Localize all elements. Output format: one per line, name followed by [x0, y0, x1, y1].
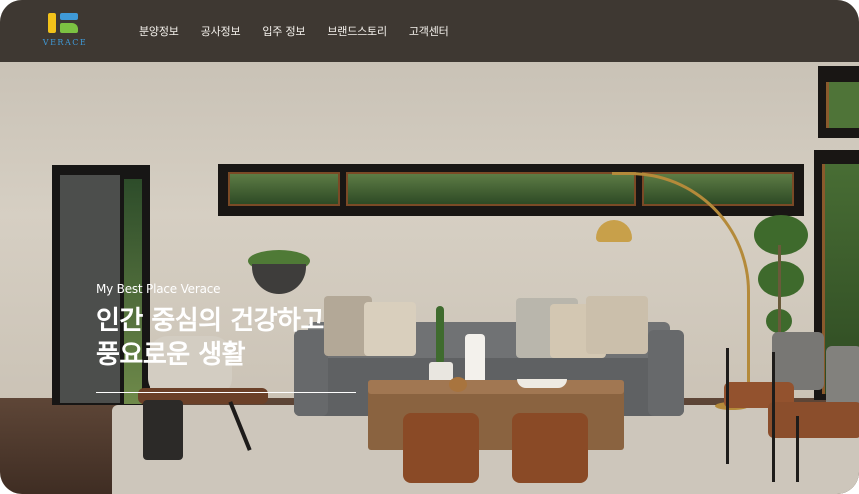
nav-item-customer-center[interactable]: 고객센터 [409, 23, 449, 39]
leather-ottoman [403, 413, 479, 483]
decor-gourd [449, 377, 467, 392]
table-plant [436, 306, 444, 364]
logo-shape [60, 13, 78, 20]
window-pane [826, 82, 859, 128]
nav-item-sales-info[interactable]: 분양정보 [139, 23, 179, 39]
nav-item-construction-info[interactable]: 공사정보 [201, 23, 241, 39]
logo-mark-icon [48, 12, 81, 34]
nav-item-brand-story[interactable]: 브랜드스토리 [327, 23, 387, 39]
window-pane [346, 172, 636, 206]
logo-shape [60, 23, 78, 33]
hero-tagline: My Best Place Verace [96, 282, 221, 296]
site-header: VERACE 분양정보 공사정보 입주 정보 브랜드스토리 고객센터 [0, 0, 859, 62]
page-frame: VERACE 분양정보 공사정보 입주 정보 브랜드스토리 고객센터 My Be… [0, 0, 859, 494]
chair-leg [228, 401, 252, 451]
chair-seat [768, 402, 859, 438]
pillow [364, 302, 416, 356]
hero-title: 인간 중심의 건강하고 풍요로운 생활 [96, 306, 324, 370]
coffee-table-top [368, 380, 624, 394]
logo-wordmark: VERACE [42, 38, 88, 47]
leather-ottoman [512, 413, 588, 483]
logo-shape [48, 13, 56, 33]
leather-armchairs [722, 332, 859, 482]
main-nav: 분양정보 공사정보 입주 정보 브랜드스토리 고객센터 [139, 0, 449, 62]
hero-copy: My Best Place Verace 인간 중심의 건강하고 풍요로운 생활 [96, 282, 324, 372]
hero-underline [96, 392, 356, 393]
upper-right-window [818, 66, 859, 138]
nav-item-move-in-info[interactable]: 입주 정보 [262, 23, 305, 39]
chair-frame [772, 352, 775, 482]
decor-bowl [517, 379, 567, 388]
side-table [143, 400, 183, 460]
chair-frame [796, 416, 799, 482]
palm-leaves [758, 261, 804, 297]
pillow [586, 296, 648, 354]
verace-logo[interactable]: VERACE [40, 12, 90, 50]
palm-leaves [754, 215, 808, 255]
sofa-arm [648, 330, 684, 416]
chair-frame [726, 348, 729, 464]
window-pane [228, 172, 340, 206]
